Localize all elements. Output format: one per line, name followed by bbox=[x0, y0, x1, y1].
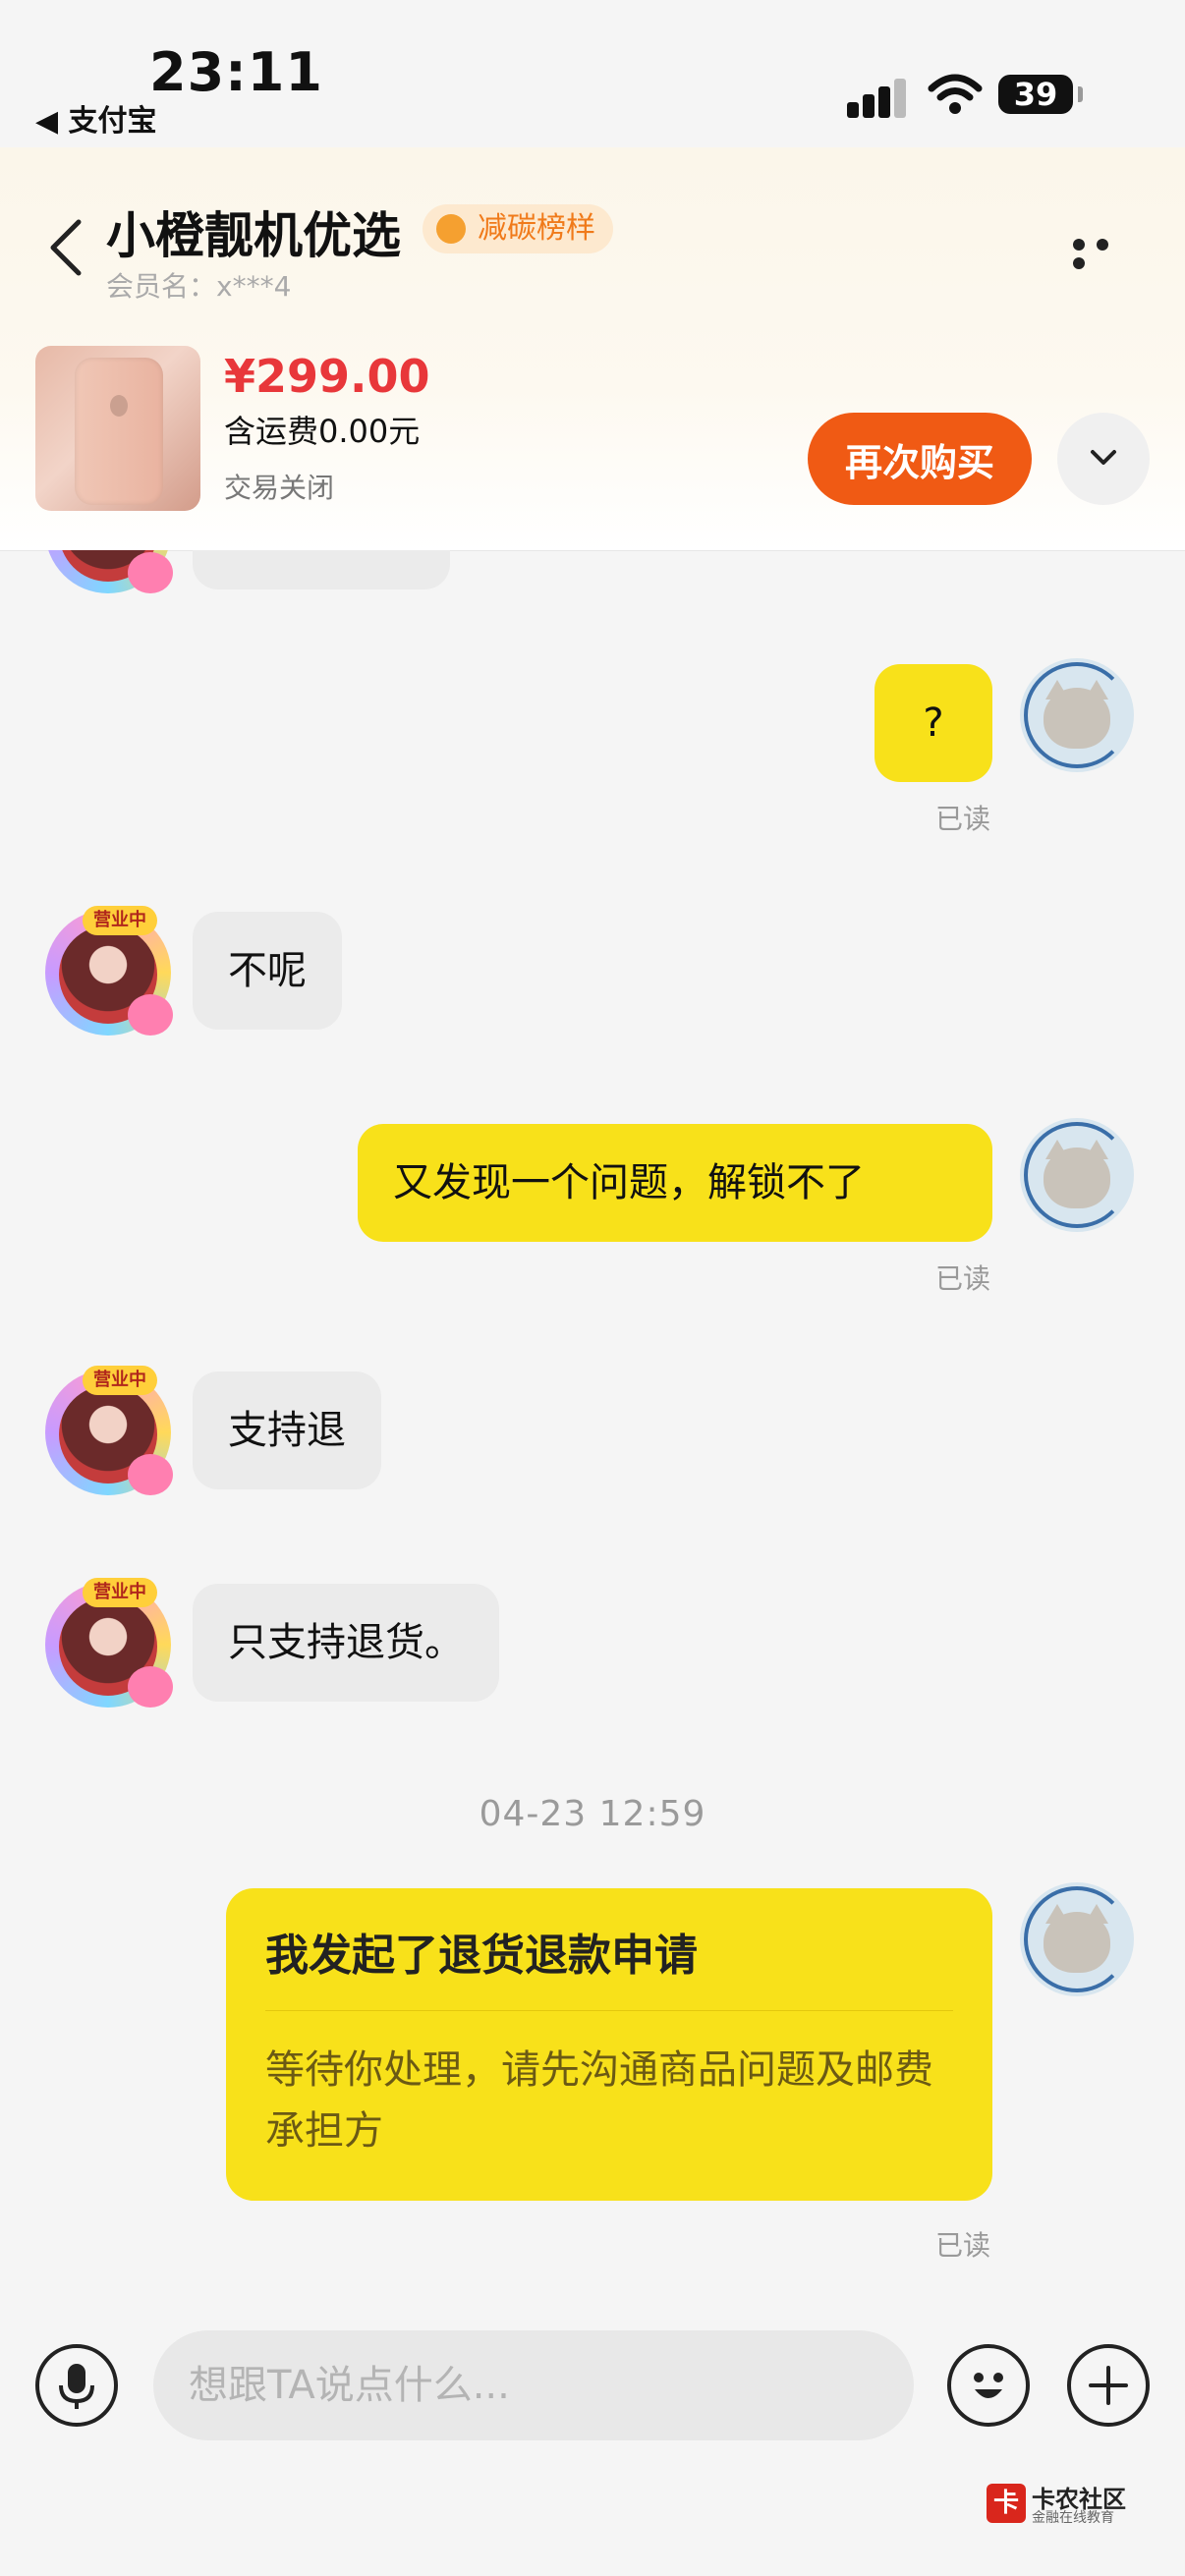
message-bubble-partial bbox=[193, 550, 450, 589]
product-price: ¥299.00 bbox=[224, 350, 430, 403]
message-bubble[interactable]: 只支持退货。 bbox=[193, 1584, 499, 1702]
refund-card-description: 等待你处理，请先沟通商品问题及邮费承担方 bbox=[265, 2047, 933, 2154]
product-image[interactable] bbox=[35, 346, 200, 511]
plus-icon bbox=[1089, 2366, 1128, 2405]
carbon-badge-label: 减碳榜样 bbox=[478, 211, 595, 246]
chat-messages[interactable]: ? 已读 营业中 不呢 又发现一个问题，解锁不了 已读 营业中 支持退 营业中 … bbox=[0, 550, 1185, 2309]
message-bubble[interactable]: 支持退 bbox=[193, 1372, 381, 1489]
status-bar: 23:11 ◀ 支付宝 39 bbox=[0, 0, 1185, 147]
back-icon[interactable] bbox=[47, 218, 86, 277]
message-bubble[interactable]: ? bbox=[875, 664, 992, 782]
message-bubble[interactable]: 不呢 bbox=[193, 912, 342, 1030]
wifi-icon bbox=[928, 74, 983, 114]
seller-avatar[interactable]: 营业中 bbox=[39, 904, 177, 1041]
chevron-down-icon bbox=[1091, 450, 1116, 465]
leaf-icon bbox=[436, 214, 466, 244]
refund-request-card[interactable]: 我发起了退货退款申请 等待你处理，请先沟通商品问题及邮费承担方 bbox=[226, 1888, 992, 2201]
divider bbox=[265, 2010, 953, 2011]
input-bar: 卡 卡农社区 金融在线教育 bbox=[0, 2309, 1185, 2576]
read-receipt: 已读 bbox=[935, 1262, 991, 1295]
status-time: 23:11 bbox=[149, 41, 323, 103]
member-name: 会员名：x***4 bbox=[106, 270, 292, 303]
user-avatar[interactable] bbox=[1020, 658, 1134, 772]
order-status: 交易关闭 bbox=[224, 472, 335, 504]
microphone-icon bbox=[59, 2364, 94, 2409]
read-receipt: 已读 bbox=[935, 2229, 991, 2262]
watermark-mark: 卡 bbox=[987, 2484, 1026, 2523]
read-receipt: 已读 bbox=[935, 803, 991, 835]
chat-header: 小橙靓机优选 减碳榜样 会员名：x***4 ¥299.00 含运费0.00元 交… bbox=[0, 147, 1185, 551]
add-button[interactable] bbox=[1067, 2344, 1150, 2427]
back-to-app-link[interactable]: ◀ 支付宝 bbox=[35, 96, 157, 140]
emoji-icon bbox=[974, 2373, 1003, 2398]
more-icon[interactable] bbox=[1073, 236, 1142, 269]
user-avatar[interactable] bbox=[1020, 1118, 1134, 1232]
emoji-button[interactable] bbox=[947, 2344, 1030, 2427]
message-input[interactable] bbox=[153, 2330, 914, 2440]
refund-card-title: 我发起了退货退款申请 bbox=[265, 1931, 698, 1981]
user-avatar[interactable] bbox=[1020, 1882, 1134, 1996]
seller-avatar[interactable]: 营业中 bbox=[39, 1364, 177, 1501]
cellular-signal-icon bbox=[847, 77, 906, 118]
voice-button[interactable] bbox=[35, 2344, 118, 2427]
seller-avatar[interactable]: 营业中 bbox=[39, 1576, 177, 1713]
seller-avatar[interactable] bbox=[39, 550, 177, 599]
battery-icon: 39 bbox=[998, 75, 1083, 114]
message-timestamp: 04-23 12:59 bbox=[479, 1794, 706, 1834]
apple-logo-icon bbox=[110, 395, 128, 417]
shop-name[interactable]: 小橙靓机优选 bbox=[106, 196, 401, 267]
watermark-subtitle: 金融在线教育 bbox=[1032, 2510, 1114, 2526]
buy-again-button[interactable]: 再次购买 bbox=[808, 413, 1032, 505]
shipping-fee: 含运费0.00元 bbox=[224, 413, 421, 450]
collapse-button[interactable] bbox=[1057, 413, 1150, 505]
carbon-badge[interactable]: 减碳榜样 bbox=[423, 204, 613, 253]
message-bubble[interactable]: 又发现一个问题，解锁不了 bbox=[358, 1124, 992, 1242]
